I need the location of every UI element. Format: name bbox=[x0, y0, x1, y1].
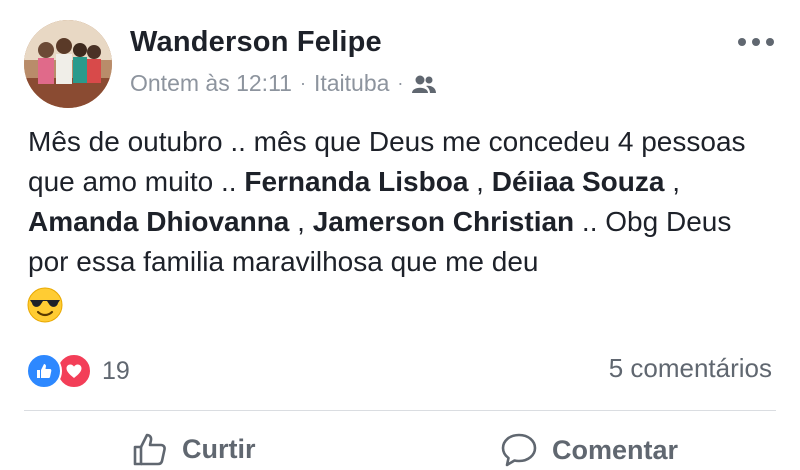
author-name[interactable]: Wanderson Felipe bbox=[130, 26, 382, 59]
more-dot bbox=[766, 38, 774, 46]
post-meta: Ontem às 12:11 · Itaituba · bbox=[130, 70, 437, 97]
tag-jamerson[interactable]: Jamerson Christian bbox=[313, 206, 574, 237]
post-location[interactable]: Itaituba bbox=[314, 70, 389, 97]
meta-separator: · bbox=[299, 73, 306, 93]
thumbs-up-icon bbox=[133, 433, 166, 466]
tag-deiiaa[interactable]: Déiiaa Souza bbox=[492, 166, 665, 197]
tag-fernanda[interactable]: Fernanda Lisboa bbox=[244, 166, 468, 197]
tag-separator: , bbox=[468, 166, 492, 197]
friends-icon[interactable] bbox=[411, 74, 437, 94]
meta-separator: · bbox=[397, 73, 404, 93]
author-avatar[interactable] bbox=[24, 20, 112, 108]
like-label: Curtir bbox=[182, 433, 256, 464]
reactions-summary[interactable]: 19 bbox=[26, 353, 130, 389]
more-dot bbox=[752, 38, 760, 46]
post-text: Mês de outubro .. mês que Deus me conced… bbox=[28, 122, 778, 282]
comment-bubble-icon bbox=[501, 433, 537, 467]
more-options-icon[interactable] bbox=[738, 38, 774, 46]
avatar-photo bbox=[24, 20, 112, 108]
like-reaction-icon bbox=[26, 353, 62, 389]
sunglasses-emoji-icon bbox=[27, 287, 63, 323]
comment-label: Comentar bbox=[552, 434, 679, 465]
tag-amanda[interactable]: Amanda Dhiovanna bbox=[28, 206, 289, 237]
more-dot bbox=[738, 38, 746, 46]
comments-count-link[interactable]: 5 comentários bbox=[609, 353, 772, 384]
comment-button[interactable]: Comentar bbox=[500, 432, 678, 468]
like-button[interactable]: Curtir bbox=[132, 432, 256, 466]
reactions-count: 19 bbox=[102, 356, 130, 385]
tag-separator: , bbox=[664, 166, 681, 197]
post-timestamp[interactable]: Ontem às 12:11 bbox=[130, 70, 292, 97]
divider bbox=[24, 410, 776, 411]
tag-separator: , bbox=[289, 206, 313, 237]
